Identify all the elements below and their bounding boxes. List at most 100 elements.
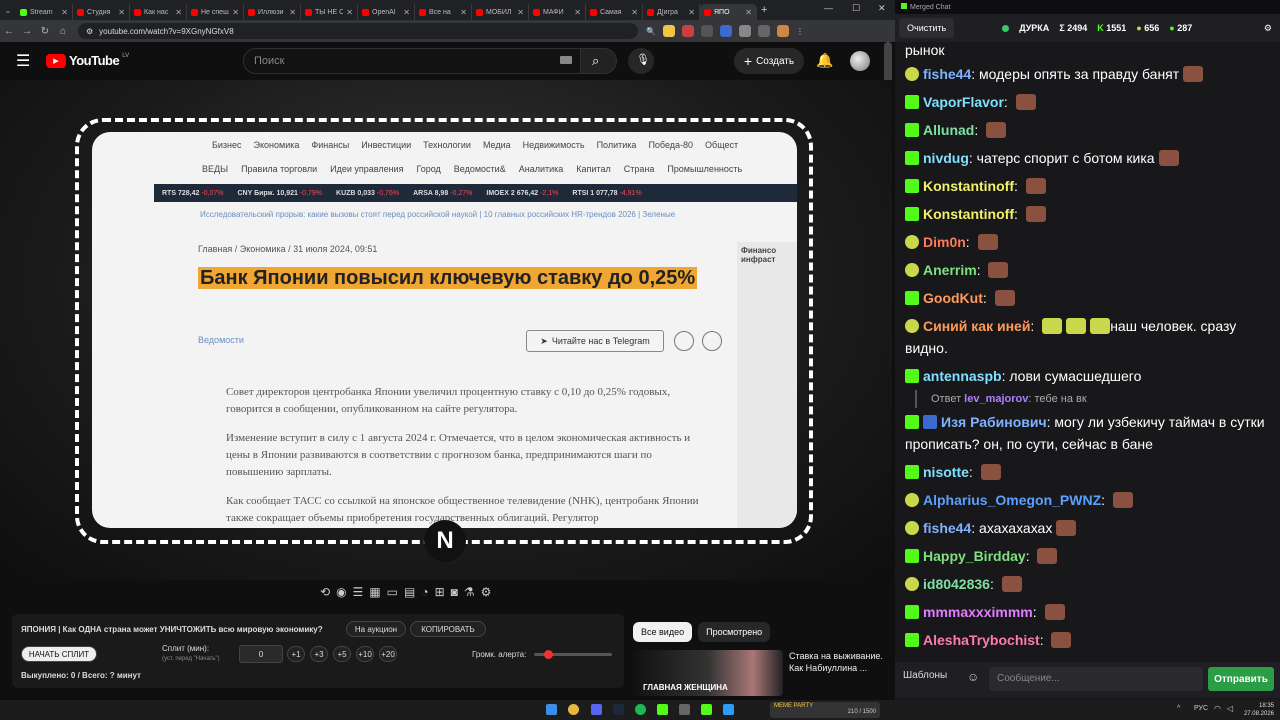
- chat-username[interactable]: GoodKut: [923, 290, 983, 306]
- tab-close-icon[interactable]: ✕: [289, 8, 296, 17]
- browser-tab[interactable]: Иллюзи ✕: [244, 4, 301, 20]
- theater-icon[interactable]: ▤: [404, 585, 415, 599]
- start-split-button[interactable]: НАЧАТЬ СПЛИТ: [21, 646, 97, 662]
- chat-username[interactable]: Синий как иней: [923, 318, 1030, 334]
- telegram-icon[interactable]: [723, 704, 734, 715]
- chat-username[interactable]: id8042836: [923, 576, 990, 592]
- browser-tab[interactable]: Самая ✕: [586, 4, 643, 20]
- notifications-bell-icon[interactable]: 🔔: [816, 52, 833, 69]
- volume-icon[interactable]: ◁: [1227, 704, 1233, 713]
- extensions-puzzle-icon[interactable]: [738, 25, 751, 37]
- minimize-icon[interactable]: —: [824, 3, 833, 13]
- chat-username[interactable]: Anerrim: [923, 262, 977, 278]
- maximize-icon[interactable]: ☐: [852, 3, 860, 14]
- new-tab-button[interactable]: +: [761, 4, 767, 16]
- filter-all-videos[interactable]: Все видео: [633, 622, 693, 642]
- increment-button[interactable]: +5: [333, 646, 351, 662]
- chat-username[interactable]: VaporFlavor: [923, 94, 1004, 110]
- extension-icon[interactable]: [719, 25, 732, 37]
- reply-username[interactable]: lev_majorov: [964, 393, 1028, 405]
- kick-app-icon[interactable]: [701, 704, 712, 715]
- chat-username[interactable]: Allunad: [923, 122, 974, 138]
- language-indicator[interactable]: РУС: [1194, 705, 1208, 712]
- menu-dots-icon[interactable]: ⋮: [796, 27, 804, 36]
- alert-volume-slider[interactable]: [534, 650, 612, 659]
- create-button[interactable]: + Создать: [734, 48, 804, 74]
- tab-close-icon[interactable]: ✕: [631, 8, 638, 17]
- browser-tab[interactable]: МОБИЛ ✕: [472, 4, 529, 20]
- search-input[interactable]: Поиск: [243, 48, 581, 74]
- browser-tab[interactable]: Как нас ✕: [130, 4, 187, 20]
- video-player[interactable]: Бизнес Экономика Финансы Инвестиции Технолог…: [0, 80, 892, 580]
- templates-button[interactable]: Шаблоны: [903, 670, 947, 681]
- start-icon[interactable]: [546, 704, 557, 715]
- chat-username[interactable]: Dim0n: [923, 234, 966, 250]
- screenshot-icon[interactable]: ◙: [451, 585, 458, 599]
- increment-button[interactable]: +1: [287, 646, 305, 662]
- chat-username[interactable]: AleshaTrybochist: [923, 632, 1040, 648]
- avatar[interactable]: [850, 51, 870, 71]
- settings-icon[interactable]: ⚙: [481, 585, 492, 599]
- chat-username[interactable]: fishe44: [923, 520, 971, 536]
- tab-search-icon[interactable]: ⌄: [0, 6, 16, 15]
- browser-tab[interactable]: ТЫ НЕ С ✕: [301, 4, 358, 20]
- chat-username[interactable]: Konstantinoff: [923, 206, 1014, 222]
- tab-close-icon[interactable]: ✕: [232, 8, 239, 17]
- voice-search-button[interactable]: 🎙: [628, 48, 654, 74]
- auction-button[interactable]: На аукцион: [346, 621, 406, 637]
- spotify-icon[interactable]: [635, 704, 646, 715]
- increment-button[interactable]: +20: [379, 646, 397, 662]
- keyboard-icon[interactable]: [560, 56, 572, 64]
- tab-close-icon[interactable]: ✕: [517, 8, 524, 17]
- tray-chevron-icon[interactable]: ^: [1177, 705, 1180, 712]
- zoom-icon[interactable]: 🔍: [646, 27, 656, 36]
- obs-icon[interactable]: [679, 704, 690, 715]
- emoji-icon[interactable]: ☺: [967, 670, 979, 684]
- tab-close-icon[interactable]: ✕: [61, 8, 68, 17]
- tab-close-icon[interactable]: ✕: [118, 8, 125, 17]
- recommended-video-title[interactable]: Ставка на выживание. Как Набиуллина ...: [789, 650, 884, 674]
- loop-icon[interactable]: ⟲: [320, 585, 330, 599]
- settings-icon[interactable]: ⚙: [1264, 23, 1272, 34]
- back-icon[interactable]: ←: [0, 26, 18, 37]
- clip-icon[interactable]: ▦: [369, 585, 380, 599]
- discord-icon[interactable]: [591, 704, 602, 715]
- copy-button[interactable]: КОПИРОВАТЬ: [410, 621, 486, 637]
- site-info-icon[interactable]: ⚙: [86, 27, 93, 36]
- send-button[interactable]: Отправить: [1208, 667, 1274, 691]
- forward-icon[interactable]: →: [18, 26, 36, 37]
- tab-close-icon[interactable]: ✕: [745, 8, 752, 17]
- tab-close-icon[interactable]: ✕: [175, 8, 182, 17]
- extension-icon[interactable]: [662, 25, 675, 37]
- home-icon[interactable]: ⌂: [54, 26, 72, 37]
- chat-username[interactable]: fishe44: [923, 66, 971, 82]
- browser-tab[interactable]: Stream ✕: [16, 4, 73, 20]
- search-button[interactable]: ⌕: [580, 48, 617, 74]
- system-clock[interactable]: 18:35 27.08.2026: [1244, 702, 1274, 718]
- browser-tab[interactable]: OpenAI ✕: [358, 4, 415, 20]
- chat-username[interactable]: Изя Рабинович: [941, 414, 1047, 430]
- reload-icon[interactable]: ↻: [36, 26, 54, 37]
- tab-close-icon[interactable]: ✕: [688, 8, 695, 17]
- steam-icon[interactable]: [613, 704, 624, 715]
- browser-tab[interactable]: МАФИ ✕: [529, 4, 586, 20]
- chat-username[interactable]: mmmaxxximmm: [923, 604, 1033, 620]
- miniplayer-icon[interactable]: ▭: [387, 585, 398, 599]
- split-minutes-input[interactable]: 0: [239, 645, 283, 663]
- tab-close-icon[interactable]: ✕: [574, 8, 581, 17]
- increment-button[interactable]: +10: [356, 646, 374, 662]
- browser-tab[interactable]: Все на ✕: [415, 4, 472, 20]
- chat-message-input[interactable]: Сообщение...: [989, 667, 1203, 691]
- wifi-icon[interactable]: ◠: [1214, 704, 1221, 713]
- chat-username[interactable]: nisotte: [923, 464, 969, 480]
- chat-username[interactable]: Happy_Birdday: [923, 548, 1026, 564]
- hamburger-menu-icon[interactable]: ☰: [16, 51, 30, 71]
- chrome-icon[interactable]: [568, 704, 579, 715]
- chat-username[interactable]: nivdug: [923, 150, 969, 166]
- chat-username[interactable]: antennaspb: [923, 368, 1002, 384]
- clear-button[interactable]: Очистить: [899, 18, 955, 38]
- extension-icon[interactable]: [700, 25, 713, 37]
- tab-close-icon[interactable]: ✕: [346, 8, 353, 17]
- flask-icon[interactable]: ⚗: [464, 585, 475, 599]
- close-window-icon[interactable]: ✕: [878, 3, 886, 14]
